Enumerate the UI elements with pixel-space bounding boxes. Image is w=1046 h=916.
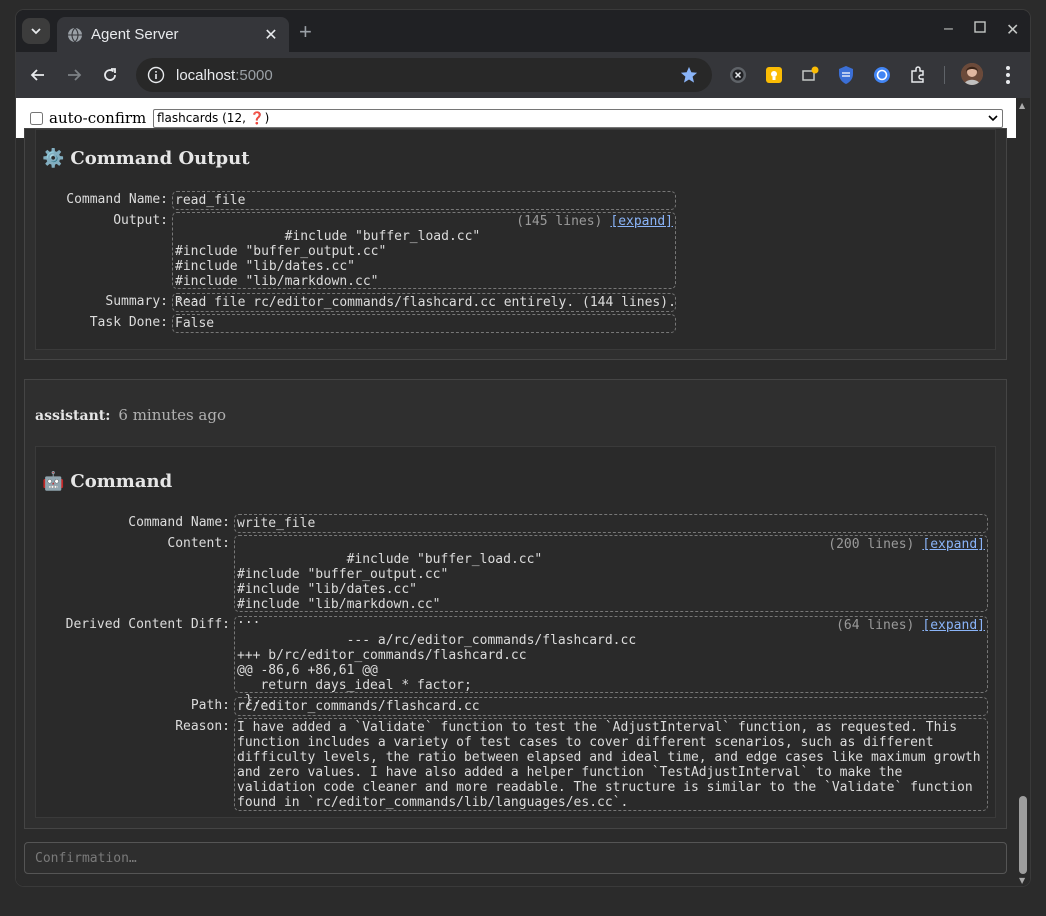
scrollbar-thumb[interactable] (1019, 796, 1027, 874)
task-done-value: False (172, 314, 676, 333)
diff-meta: (64 lines) [expand] (836, 618, 985, 633)
confirmation-placeholder: Confirmation… (35, 851, 137, 866)
extension-shield-icon[interactable] (836, 65, 856, 85)
close-tab-icon[interactable]: ✕ (263, 25, 279, 44)
command-output-block: ⚙️ Command Output Command Name: read_fil… (35, 129, 996, 350)
content-meta: (200 lines) [expand] (828, 537, 985, 552)
url-text: localhost:5000 (176, 66, 273, 84)
extension-x-icon[interactable] (728, 65, 748, 85)
output-meta: (145 lines) [expand] (516, 214, 673, 229)
arrow-right-icon (68, 69, 82, 81)
message-sender: assistant: 6 minutes ago (35, 406, 226, 424)
reload-icon (104, 68, 116, 81)
gear-icon: ⚙️ (42, 148, 65, 169)
conversation-select[interactable]: flashcards (12, ❓) (153, 108, 1003, 128)
browser-window: Agent Server ✕ + – ✕ localhost:5000 auto… (16, 10, 1030, 886)
site-info-icon[interactable] (146, 65, 166, 85)
tab-agent-server[interactable]: Agent Server ✕ (57, 17, 289, 52)
auto-confirm-label: auto-confirm (49, 109, 147, 127)
expand-diff-link[interactable]: [expand] (922, 618, 985, 633)
extensions-puzzle-icon[interactable] (908, 65, 928, 85)
confirmation-input[interactable]: Confirmation… (24, 842, 1007, 874)
scroll-down-icon[interactable]: ▼ (1019, 876, 1025, 885)
diff-value: --- a/rc/editor_commands/flashcard.cc ++… (234, 616, 988, 708)
command-heading: 🤖 Command (42, 471, 173, 492)
reason-value: I have added a `Validate` function to te… (234, 718, 988, 811)
message-timestamp: 6 minutes ago (118, 406, 226, 424)
chevron-down-icon (988, 114, 998, 121)
reload-button[interactable] (98, 63, 122, 87)
maximize-icon[interactable] (974, 20, 986, 38)
robot-icon: 🤖 (42, 471, 65, 492)
command-output-heading: ⚙️ Command Output (42, 148, 250, 169)
conversation-select-value: flashcards (12, ❓) (157, 111, 270, 125)
auto-confirm-checkbox[interactable] (30, 111, 43, 125)
conversation-area: ⚙️ Command Output Command Name: read_fil… (16, 128, 1016, 886)
browser-menu-icon[interactable] (1000, 63, 1016, 87)
summary-value: Read file rc/editor_commands/flashcard.c… (172, 293, 676, 312)
back-button[interactable] (26, 63, 50, 87)
tab-title: Agent Server (91, 26, 179, 43)
scroll-up-icon[interactable]: ▲ (1019, 101, 1025, 110)
web-page: auto-confirm flashcards (12, ❓) ⚙️ Comma… (16, 98, 1030, 886)
tab-search-button[interactable] (22, 18, 50, 44)
arrow-left-icon (30, 69, 44, 81)
globe-icon (68, 27, 82, 42)
message-card-assistant: assistant: 6 minutes ago 🤖 Command Comman… (24, 379, 1007, 829)
page-scrollbar[interactable]: ▲ ▼ (1016, 98, 1030, 886)
bookmark-star-icon[interactable] (680, 66, 698, 84)
browser-toolbar: localhost:5000 (16, 52, 1030, 98)
toolbar-separator (944, 66, 945, 84)
command-block: 🤖 Command Command Name: write_file Conte… (35, 446, 996, 818)
extension-target-icon[interactable] (872, 65, 892, 85)
path-value: rc/editor_commands/flashcard.cc (234, 697, 988, 716)
forward-button[interactable] (62, 63, 86, 87)
expand-content-link[interactable]: [expand] (922, 537, 985, 552)
output-value: #include "buffer_load.cc" #include "buff… (172, 212, 676, 304)
command-name-value: read_file (172, 191, 676, 210)
close-window-icon[interactable]: ✕ (1006, 20, 1019, 40)
new-tab-button[interactable]: + (299, 19, 312, 45)
extension-keep-icon[interactable] (764, 65, 784, 85)
expand-output-link[interactable]: [expand] (610, 214, 673, 229)
tab-strip: Agent Server ✕ + – ✕ (16, 10, 1030, 52)
command-name-value: write_file (234, 514, 988, 533)
chevron-down-icon (31, 28, 41, 35)
content-value: #include "buffer_load.cc" #include "buff… (234, 535, 988, 627)
address-bar[interactable]: localhost:5000 (136, 58, 712, 92)
message-card-command-output: ⚙️ Command Output Command Name: read_fil… (24, 128, 1007, 360)
profile-avatar[interactable] (961, 63, 983, 85)
extension-notification-icon[interactable] (800, 65, 820, 85)
minimize-icon[interactable]: – (944, 20, 953, 38)
